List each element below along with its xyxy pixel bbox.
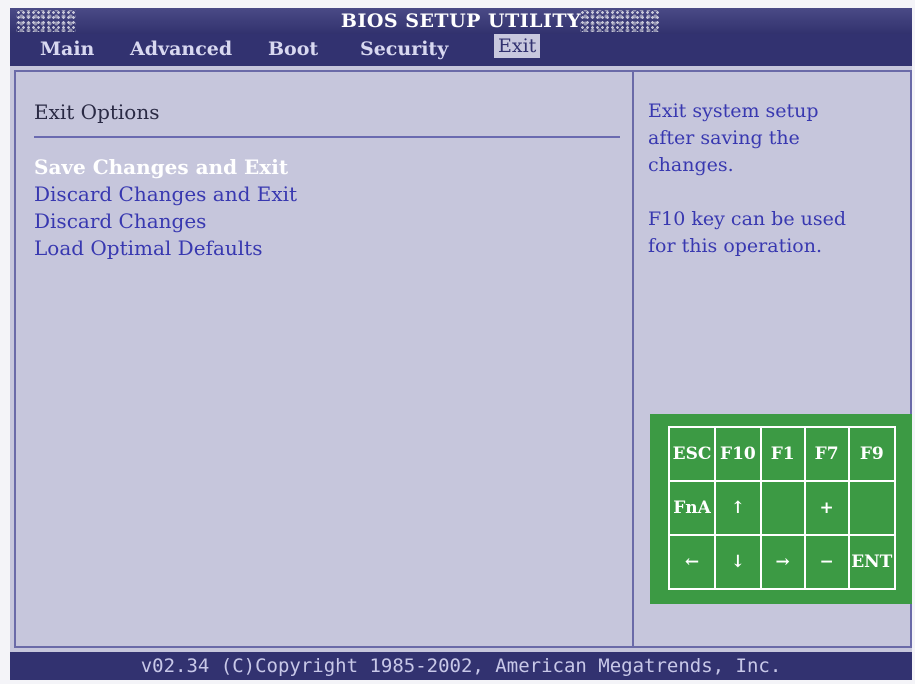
- menu-tab-exit[interactable]: Exit: [494, 34, 541, 58]
- option-save-changes-and-exit[interactable]: Save Changes and Exit: [34, 154, 288, 180]
- key-blank: [847, 480, 897, 536]
- exit-options-panel: Exit Options Save Changes and Exit Disca…: [14, 70, 634, 648]
- key-f7: F7: [803, 426, 850, 482]
- key-f10: F10: [714, 426, 762, 482]
- menu-tab-advanced[interactable]: Advanced: [126, 34, 236, 64]
- title-bar: BIOS SETUP UTILITY: [10, 8, 912, 34]
- option-load-optimal-defaults[interactable]: Load Optimal Defaults: [34, 235, 262, 261]
- section-title: Exit Options: [34, 100, 160, 124]
- key-esc: ESC: [667, 426, 717, 482]
- key-right-arrow-icon: →: [759, 534, 806, 590]
- key-f9: F9: [847, 426, 897, 482]
- help-text-description: Exit system setup after saving the chang…: [648, 100, 819, 176]
- key-fna: FnA: [667, 480, 717, 536]
- menu-bar: Main Advanced Boot Security Exit: [10, 34, 912, 66]
- menu-tab-main[interactable]: Main: [36, 34, 98, 64]
- key-legend: ESC F10 F1 F7 F9 FnA ↑ + ← ↓ → − ENT: [650, 414, 912, 604]
- key-blank: [759, 480, 806, 536]
- copyright-footer: v02.34 (C)Copyright 1985-2002, American …: [10, 652, 912, 680]
- section-divider: [34, 136, 620, 138]
- help-text-hotkey: F10 key can be used for this operation.: [648, 208, 847, 257]
- option-discard-changes-and-exit[interactable]: Discard Changes and Exit: [34, 181, 297, 207]
- menu-tab-boot[interactable]: Boot: [264, 34, 322, 64]
- key-minus: −: [803, 534, 850, 590]
- key-f1: F1: [759, 426, 806, 482]
- key-enter: ENT: [847, 534, 897, 590]
- bios-title: BIOS SETUP UTILITY: [340, 10, 582, 32]
- option-discard-changes[interactable]: Discard Changes: [34, 208, 206, 234]
- key-down-arrow-icon: ↓: [714, 534, 762, 590]
- menu-tab-security[interactable]: Security: [356, 34, 452, 64]
- key-left-arrow-icon: ←: [667, 534, 717, 590]
- key-legend-grid: ESC F10 F1 F7 F9 FnA ↑ + ← ↓ → − ENT: [667, 426, 897, 590]
- key-up-arrow-icon: ↑: [714, 480, 762, 536]
- bios-screen: BIOS SETUP UTILITY Main Advanced Boot Se…: [10, 8, 912, 680]
- key-plus: +: [803, 480, 850, 536]
